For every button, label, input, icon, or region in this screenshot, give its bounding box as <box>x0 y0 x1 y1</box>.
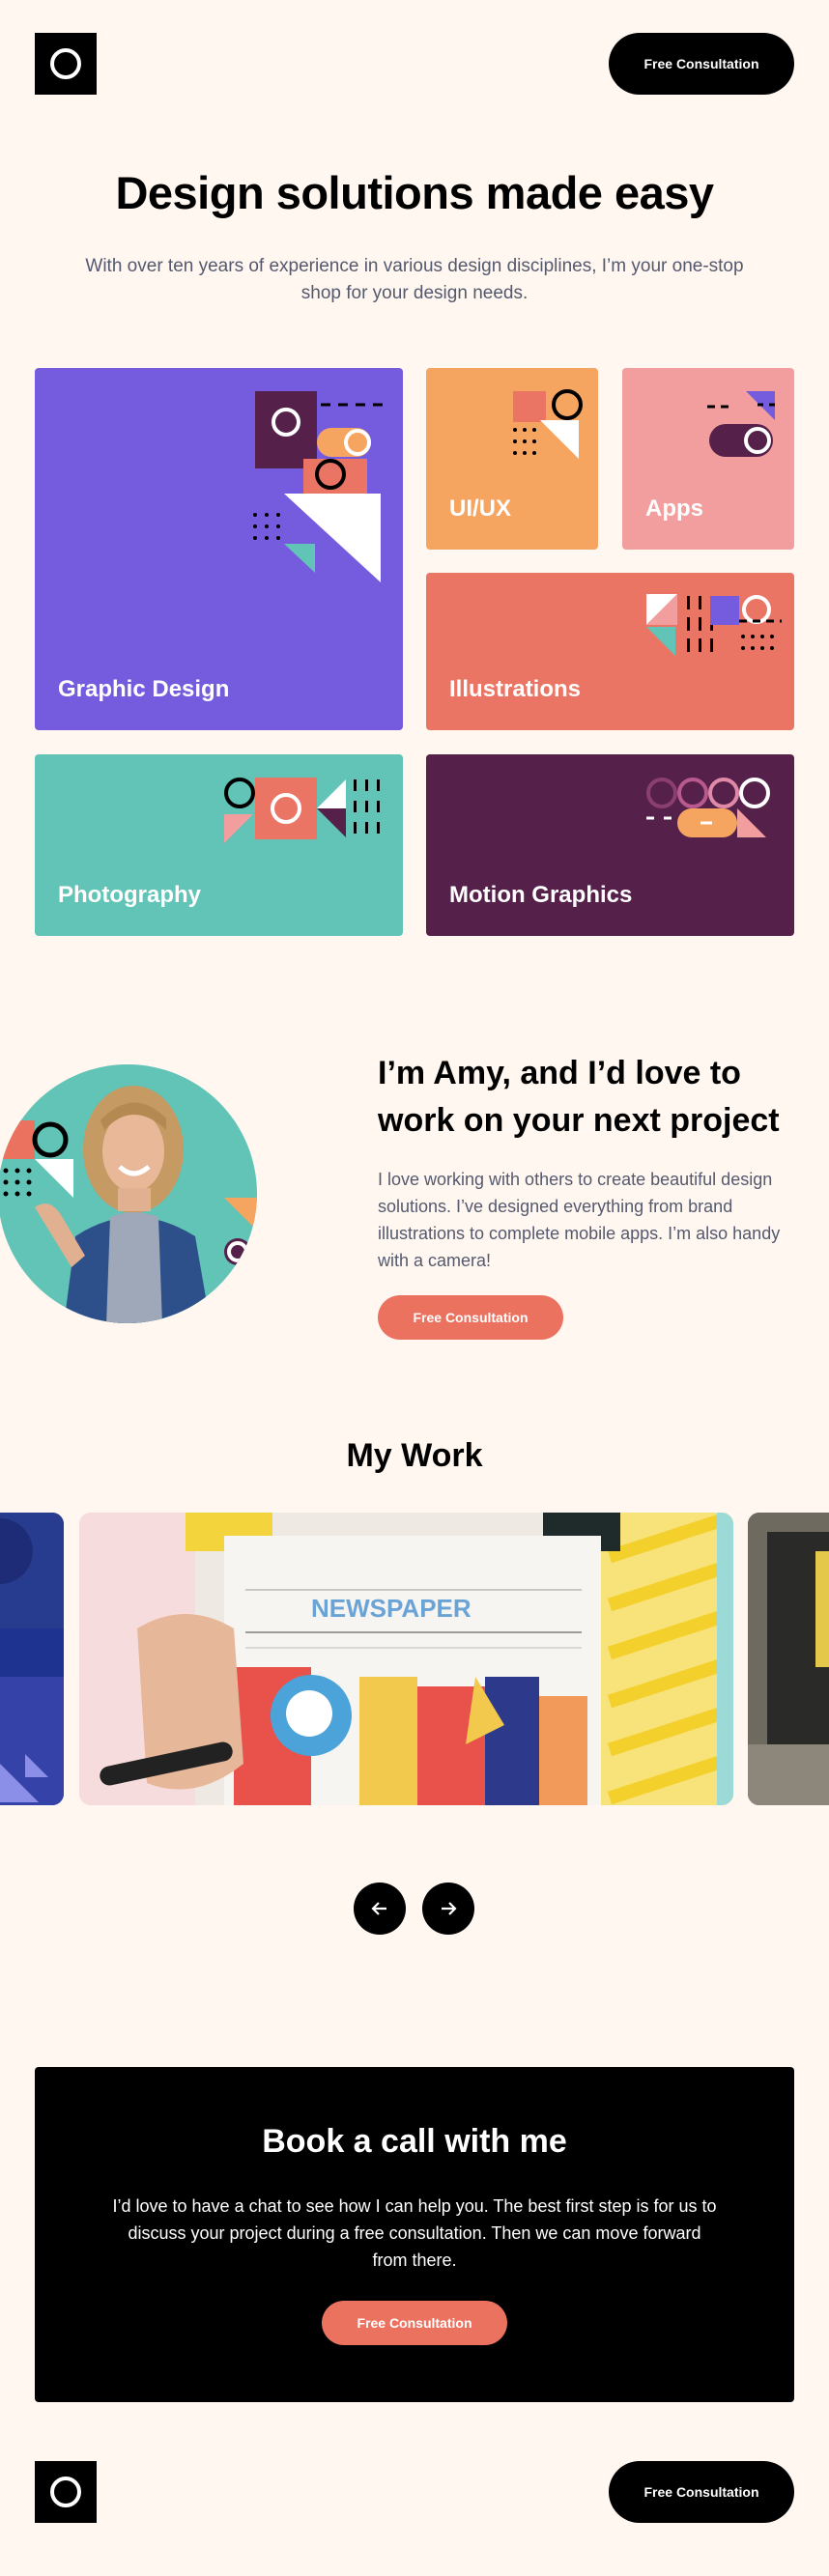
motion-graphics-illustration <box>646 778 770 837</box>
slide-art <box>0 1513 64 1805</box>
service-label: Motion Graphics <box>449 882 633 908</box>
work-slide-current[interactable]: NEWSPAPER <box>79 1513 733 1805</box>
book-call-free-consultation-button[interactable]: Free Consultation <box>322 2301 507 2345</box>
service-label: Photography <box>58 882 201 908</box>
service-label: Apps <box>645 495 703 522</box>
service-label: Illustrations <box>449 676 582 702</box>
about-body: I love working with others to create bea… <box>378 1170 781 1270</box>
hero-subtitle: With over ten years of experience in var… <box>85 256 744 303</box>
book-call-body: I’d love to have a chat to see how I can… <box>112 2196 717 2270</box>
service-card-photography[interactable]: Photography <box>35 754 403 936</box>
work-heading: My Work <box>346 1437 483 1474</box>
footer-free-consultation-button[interactable]: Free Consultation <box>609 2461 794 2523</box>
illustrations-illustration <box>646 594 782 656</box>
service-card-motion-graphics[interactable]: Motion Graphics <box>426 754 794 936</box>
about-free-consultation-button[interactable]: Free Consultation <box>378 1295 563 1340</box>
book-call-section: Book a call with me I’d love to have a c… <box>35 2067 794 2402</box>
service-card-ui-ux[interactable]: UI/UX <box>426 368 598 550</box>
footer-logo[interactable] <box>35 2461 97 2523</box>
book-call-heading: Book a call with me <box>262 2123 567 2160</box>
newspaper-masthead: NEWSPAPER <box>311 1594 472 1623</box>
slide-art <box>748 1513 829 1805</box>
service-label: Graphic Design <box>58 676 230 702</box>
service-card-graphic-design[interactable]: Graphic Design <box>35 368 403 730</box>
graphic-design-illustration <box>253 391 388 582</box>
carousel-previous-button[interactable] <box>354 1882 406 1935</box>
ui-ux-illustration <box>513 389 583 459</box>
hero-title: Design solutions made easy <box>115 167 714 218</box>
carousel-next-button[interactable] <box>422 1882 474 1935</box>
logo[interactable] <box>35 33 97 95</box>
service-label: UI/UX <box>449 495 512 522</box>
apps-illustration <box>707 391 777 457</box>
service-card-apps[interactable]: Apps <box>622 368 794 550</box>
work-slide-next[interactable] <box>748 1513 829 1805</box>
arrow-left-icon <box>371 1902 386 1915</box>
work-slide-previous[interactable] <box>0 1513 64 1805</box>
logo-circle-icon <box>50 48 81 79</box>
about-heading: I’m Amy, and I’d love to work on your ne… <box>378 1055 780 1139</box>
header-free-consultation-button[interactable]: Free Consultation <box>609 33 794 95</box>
service-card-illustrations[interactable]: Illustrations <box>426 573 794 730</box>
newspaper-photo: NEWSPAPER <box>79 1513 733 1805</box>
logo-circle-icon <box>50 2477 81 2507</box>
amy-portrait <box>0 1064 257 1323</box>
arrow-right-icon <box>442 1902 457 1915</box>
photography-illustration <box>224 778 380 843</box>
